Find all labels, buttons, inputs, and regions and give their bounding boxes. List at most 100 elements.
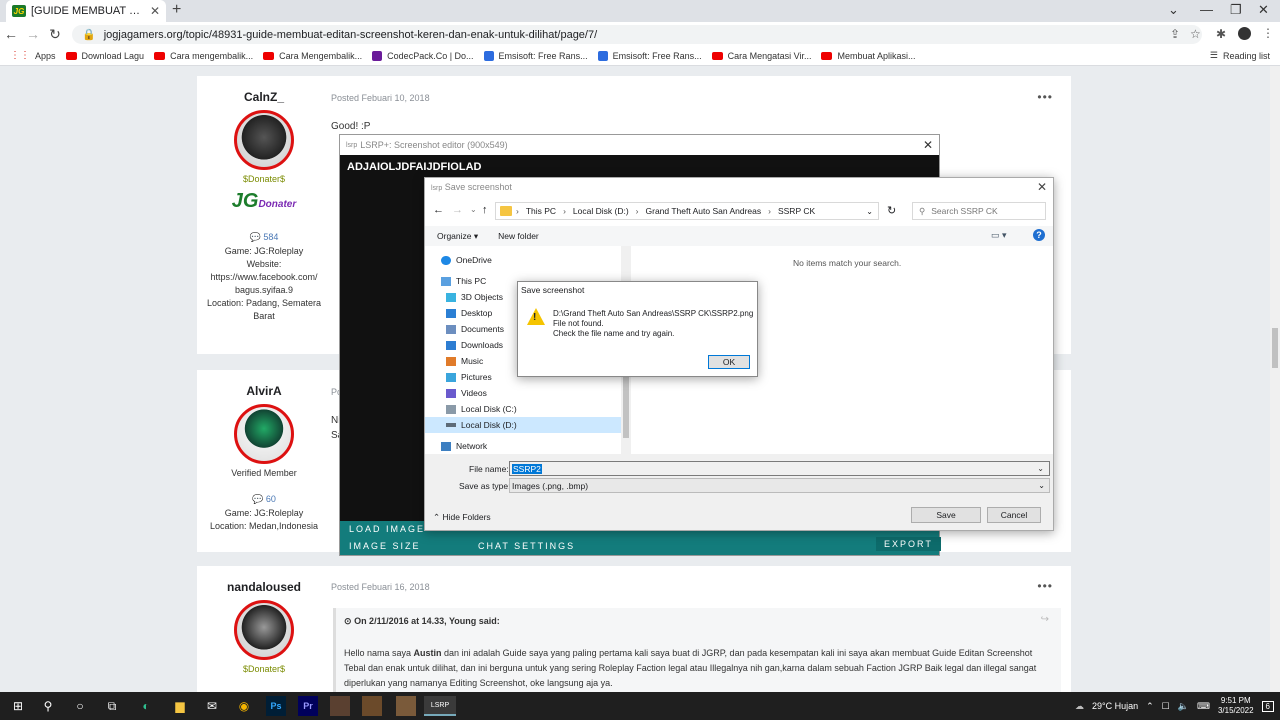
file-explorer-icon[interactable]: ▆ bbox=[170, 696, 190, 716]
tree-item-videos[interactable]: Videos bbox=[425, 385, 621, 401]
avatar[interactable] bbox=[234, 404, 294, 464]
author-name[interactable]: AlvirA bbox=[197, 384, 331, 398]
bookmark-item[interactable]: Emsisoft: Free Rans... bbox=[597, 50, 702, 61]
network-icon[interactable]: ☐ bbox=[1162, 701, 1170, 712]
bookmark-apps[interactable]: ⋮⋮ Apps bbox=[10, 50, 56, 61]
bookmark-item[interactable]: Download Lagu bbox=[65, 51, 144, 61]
load-image-button[interactable]: LOAD IMAGE bbox=[349, 524, 425, 534]
browser-tab[interactable]: JG [GUIDE MEMBUAT EDITAN SCRE ✕ bbox=[6, 0, 166, 22]
bookmark-item[interactable]: Cara mengembalik... bbox=[154, 51, 253, 61]
mail-icon[interactable]: ✉ bbox=[202, 696, 222, 716]
cancel-button[interactable]: Cancel bbox=[987, 507, 1041, 523]
new-folder-button[interactable]: New folder bbox=[498, 231, 539, 241]
bookmark-star-icon[interactable]: ☆ bbox=[1190, 27, 1201, 41]
volume-icon[interactable]: 🔈 bbox=[1178, 701, 1189, 712]
bookmark-item[interactable]: Membuat Aplikasi... bbox=[821, 51, 916, 61]
breadcrumb[interactable]: SSRP CK bbox=[778, 206, 815, 216]
bookmark-item[interactable]: CodecPack.Co | Do... bbox=[372, 50, 474, 61]
search-input[interactable]: ⚲ Search SSRP CK bbox=[912, 202, 1046, 220]
breadcrumb[interactable]: Local Disk (D:) bbox=[573, 206, 629, 216]
page-scrollbar[interactable] bbox=[1270, 66, 1280, 692]
ok-button[interactable]: OK bbox=[708, 355, 750, 369]
save-type-select[interactable]: Images (.png, .bmp) ⌄ bbox=[509, 478, 1050, 493]
tab-search-icon[interactable]: ⌄ bbox=[1168, 2, 1179, 18]
breadcrumb[interactable]: Grand Theft Auto San Andreas bbox=[646, 206, 762, 216]
chat-settings-button[interactable]: CHAT SETTINGS bbox=[478, 541, 575, 551]
back-arrow-icon[interactable]: ← bbox=[433, 204, 444, 216]
profile-avatar[interactable] bbox=[1238, 27, 1251, 40]
forward-arrow-icon[interactable]: → bbox=[452, 204, 463, 216]
bookmark-item[interactable]: Emsisoft: Free Rans... bbox=[483, 50, 588, 61]
save-button[interactable]: Save bbox=[911, 507, 981, 523]
restore-icon[interactable]: ❐ bbox=[1230, 2, 1242, 18]
breadcrumb[interactable]: This PC bbox=[526, 206, 556, 216]
export-button[interactable]: EXPORT bbox=[876, 537, 941, 551]
organize-button[interactable]: Organize ▾ bbox=[437, 231, 478, 242]
image-size-button[interactable]: IMAGE SIZE bbox=[349, 541, 421, 551]
page-scrollbar-thumb[interactable] bbox=[1272, 328, 1278, 368]
extensions-icon[interactable]: ✱ bbox=[1216, 27, 1226, 41]
avatar[interactable] bbox=[234, 110, 294, 170]
weather-text[interactable]: 29°C Hujan bbox=[1092, 701, 1138, 711]
quote-link-icon[interactable]: ↪ bbox=[1041, 614, 1049, 625]
file-name-input[interactable]: SSRP2 ⌄ bbox=[509, 461, 1050, 476]
minimize-icon[interactable]: — bbox=[1200, 2, 1213, 17]
clock[interactable]: 9:51 PM 3/15/2022 bbox=[1218, 696, 1254, 716]
address-bar[interactable]: 🔒 jogjagamers.org/topic/48931-guide-memb… bbox=[72, 25, 1202, 44]
path-dropdown-icon[interactable]: ⌄ bbox=[866, 207, 873, 216]
tree-item-onedrive[interactable]: OneDrive bbox=[425, 252, 621, 268]
menu-icon[interactable]: ⋮ bbox=[1262, 26, 1274, 40]
post-date[interactable]: Posted Febuari 16, 2018 bbox=[331, 582, 430, 592]
reload-icon[interactable]: ↻ bbox=[44, 26, 66, 43]
cortana-icon[interactable]: ○ bbox=[70, 696, 90, 716]
tree-item-local-disk-d[interactable]: Local Disk (D:) bbox=[425, 417, 621, 433]
quote-header[interactable]: ⊙ On 2/11/2016 at 14.33, Young said: bbox=[344, 616, 500, 627]
author-name[interactable]: nandaloused bbox=[197, 580, 331, 594]
refresh-icon[interactable]: ↻ bbox=[887, 204, 896, 217]
tree-item-network[interactable]: Network bbox=[425, 438, 621, 454]
lsrp-taskbar-button[interactable]: LSRP bbox=[424, 696, 456, 716]
path-bar[interactable]: › This PC › Local Disk (D:) › Grand Theft … bbox=[495, 202, 879, 220]
documents-icon bbox=[446, 324, 456, 334]
bookmark-item[interactable]: Cara Mengatasi Vir... bbox=[711, 51, 811, 61]
forward-icon[interactable]: → bbox=[22, 26, 44, 42]
reading-list[interactable]: ☰ Reading list bbox=[1210, 50, 1270, 61]
edge-icon[interactable]: ◐ bbox=[136, 696, 156, 716]
recent-chevron-icon[interactable]: ⌄ bbox=[470, 205, 477, 214]
lsrp-title-bar[interactable]: lsrp LSRP+: Screenshot editor (900x549) bbox=[340, 135, 939, 155]
view-options-icon[interactable]: ▭ ▾ bbox=[991, 230, 1007, 241]
lsrp-close-icon[interactable]: ✕ bbox=[923, 138, 933, 152]
tab-close-icon[interactable]: ✕ bbox=[150, 4, 160, 18]
tree-item-local-disk-c[interactable]: Local Disk (C:) bbox=[425, 401, 621, 417]
tray-expand-icon[interactable]: ⌃ bbox=[1146, 701, 1154, 712]
lock-icon[interactable]: 🔒 bbox=[82, 28, 96, 41]
weather-icon[interactable]: ☁ bbox=[1075, 701, 1084, 712]
premiere-icon[interactable]: Pr bbox=[298, 696, 318, 716]
share-icon[interactable]: ⇪ bbox=[1170, 27, 1180, 41]
keyboard-icon[interactable]: ⌨ bbox=[1197, 701, 1210, 712]
game-icon[interactable] bbox=[330, 696, 350, 716]
downloads-icon bbox=[446, 340, 456, 350]
game-icon[interactable] bbox=[362, 696, 382, 716]
hide-folders-button[interactable]: ⌃ Hide Folders bbox=[433, 512, 491, 523]
new-tab-icon[interactable]: + bbox=[172, 1, 181, 19]
post-date[interactable]: Posted Febuari 10, 2018 bbox=[331, 93, 430, 103]
post-options-icon[interactable]: ••• bbox=[1037, 579, 1053, 593]
back-icon[interactable]: ← bbox=[0, 26, 22, 42]
photoshop-icon[interactable]: Ps bbox=[266, 696, 286, 716]
bookmark-item[interactable]: Cara Mengembalik... bbox=[263, 51, 362, 61]
save-dialog-close-icon[interactable]: ✕ bbox=[1037, 180, 1047, 194]
chrome-icon[interactable]: ◉ bbox=[234, 696, 254, 716]
post-options-icon[interactable]: ••• bbox=[1037, 90, 1053, 104]
search-icon[interactable]: ⚲ bbox=[38, 696, 58, 716]
file-name-dropdown-icon[interactable]: ⌄ bbox=[1036, 464, 1045, 473]
help-icon[interactable]: ? bbox=[1033, 229, 1045, 241]
avatar[interactable] bbox=[234, 600, 294, 660]
notification-icon[interactable]: 6 bbox=[1261, 700, 1274, 712]
task-view-icon[interactable]: ⧉ bbox=[102, 696, 122, 716]
author-name[interactable]: CalnZ_ bbox=[197, 90, 331, 104]
windows-start-icon[interactable]: ⊞ bbox=[8, 696, 28, 716]
close-window-icon[interactable]: ✕ bbox=[1258, 2, 1269, 18]
gta-icon[interactable] bbox=[396, 696, 416, 716]
up-arrow-icon[interactable]: ↑ bbox=[482, 204, 488, 216]
